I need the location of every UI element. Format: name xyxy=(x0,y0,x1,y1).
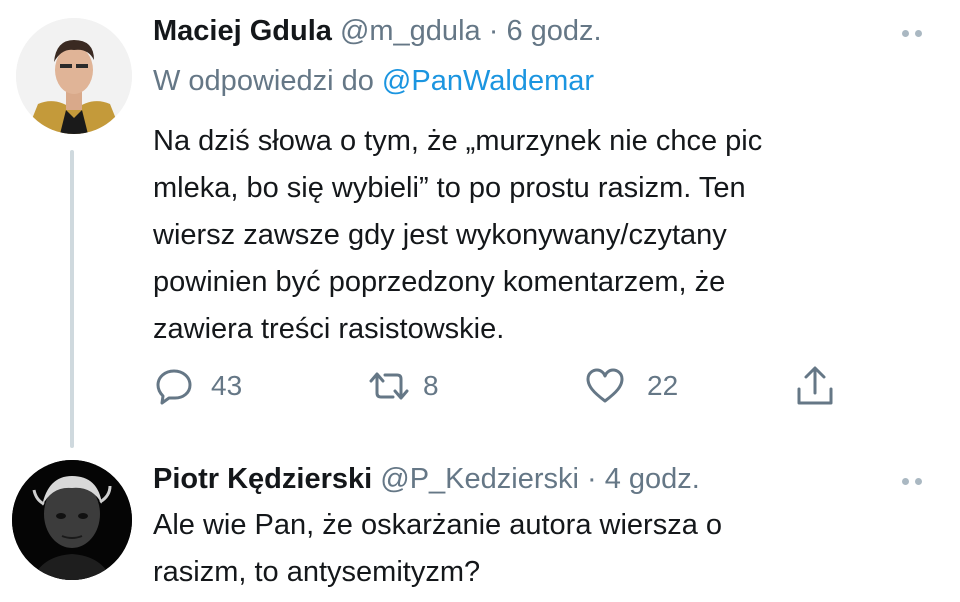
tweet-text-line: rasizm, to antysemityzm? xyxy=(153,556,481,588)
tweet-actions: 43 8 22 xyxy=(155,364,855,408)
like-button[interactable]: 22 xyxy=(585,364,678,408)
retweet-button[interactable]: 8 xyxy=(365,364,439,408)
heart-icon xyxy=(586,368,624,403)
tweet-text-line: mleka, bo się wybieli” to po prostu rasi… xyxy=(153,172,746,204)
share-icon xyxy=(797,366,833,405)
avatar[interactable] xyxy=(12,460,132,580)
author-handle[interactable]: @P_Kedzierski xyxy=(380,463,579,495)
author-name[interactable]: Maciej Gdula xyxy=(153,15,332,47)
reply-prefix: W odpowiedzi do xyxy=(153,65,374,97)
author-name[interactable]: Piotr Kędzierski xyxy=(153,463,372,495)
reply-mention-link[interactable]: @PanWaldemar xyxy=(382,65,594,97)
more-icon[interactable] xyxy=(902,476,938,486)
tweet-text-line: powinien być poprzedzony komentarzem, że xyxy=(153,266,726,298)
avatar-photo-icon xyxy=(12,460,132,580)
more-icon[interactable] xyxy=(902,28,938,38)
tweet-header: Piotr Kędzierski @P_Kedzierski · 4 godz. xyxy=(153,462,700,496)
tweet-text: Na dziś słowa o tym, że „murzynek nie ch… xyxy=(153,118,943,353)
separator: · xyxy=(488,15,499,47)
share-button[interactable] xyxy=(795,364,835,408)
retweet-icon xyxy=(369,372,409,400)
reply-icon xyxy=(156,369,192,405)
tweet-text-line: Ale wie Pan, że oskarżanie autora wiersz… xyxy=(153,509,723,541)
thread-line xyxy=(70,150,74,448)
timestamp[interactable]: 6 godz. xyxy=(506,15,601,47)
avatar[interactable] xyxy=(16,18,132,134)
reply-context: W odpowiedzi do @PanWaldemar xyxy=(153,64,594,98)
tweet-header: Maciej Gdula @m_gdula · 6 godz. xyxy=(153,14,602,48)
like-count: 22 xyxy=(647,370,679,401)
author-handle[interactable]: @m_gdula xyxy=(340,15,481,47)
tweet-piotr-kedzierski[interactable]: Piotr Kędzierski @P_Kedzierski · 4 godz.… xyxy=(0,450,960,602)
separator: · xyxy=(587,463,597,495)
tweet-text-line: wiersz zawsze gdy jest wykonywany/czytan… xyxy=(153,219,727,251)
avatar-photo-icon xyxy=(16,18,132,134)
reply-button[interactable]: 43 xyxy=(155,364,242,408)
tweet-text: Ale wie Pan, że oskarżanie autora wiersz… xyxy=(153,502,943,596)
tweet-text-line: Na dziś słowa o tym, że „murzynek nie ch… xyxy=(153,125,763,157)
tweet-maciej-gdula[interactable]: Maciej Gdula @m_gdula · 6 godz. W odpowi… xyxy=(0,0,960,450)
retweet-count: 8 xyxy=(423,370,439,401)
reply-count: 43 xyxy=(211,370,243,401)
tweet-text-line: zawiera treści rasistowskie. xyxy=(153,313,505,345)
timestamp[interactable]: 4 godz. xyxy=(605,463,700,495)
